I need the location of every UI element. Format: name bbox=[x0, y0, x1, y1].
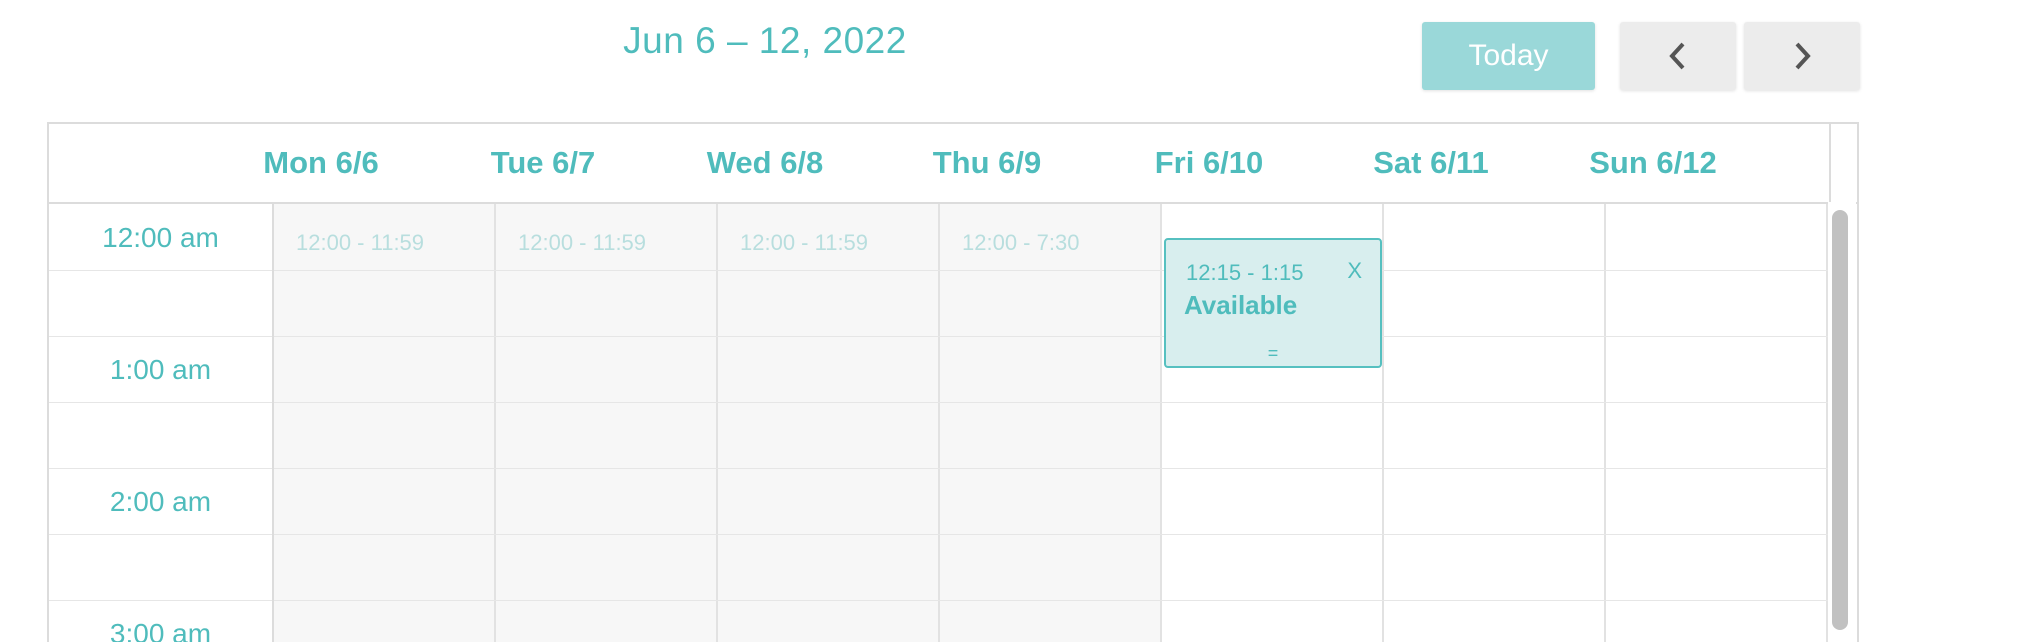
today-button[interactable]: Today bbox=[1422, 22, 1595, 90]
header-divider bbox=[1829, 124, 1831, 204]
day-header-tue: Tue 6/7 bbox=[490, 145, 596, 180]
slot-line bbox=[49, 534, 1829, 535]
time-label: 3:00 am bbox=[109, 618, 212, 642]
event-resize-handle[interactable]: = bbox=[1166, 343, 1380, 364]
prev-week-button[interactable] bbox=[1620, 22, 1736, 90]
day-header-mon: Mon 6/6 bbox=[263, 145, 379, 180]
event-close-button[interactable]: X bbox=[1347, 258, 1362, 284]
availability-label: 12:00 - 7:30 bbox=[962, 230, 1080, 255]
day-header-wed: Wed 6/8 bbox=[706, 145, 824, 180]
slot-line bbox=[49, 402, 1829, 403]
time-gutter: 12:00 am 1:00 am 2:00 am 3:00 am bbox=[49, 204, 274, 642]
slot-line bbox=[49, 270, 1829, 271]
time-label: 2:00 am bbox=[109, 486, 212, 517]
chevron-right-icon bbox=[1795, 42, 1811, 70]
availability-label: 12:00 - 11:59 bbox=[518, 230, 647, 255]
event-title: Available bbox=[1184, 290, 1298, 320]
chevron-left-icon bbox=[1669, 42, 1685, 70]
availability-label: 12:00 - 11:59 bbox=[740, 230, 869, 255]
time-grid[interactable]: 12:00 - 11:59 12:00 - 11:59 12:00 - 11:5… bbox=[49, 204, 1829, 642]
slot-line bbox=[49, 468, 1829, 469]
day-header-thu: Thu 6/9 bbox=[932, 145, 1042, 180]
availability-label: 12:00 - 11:59 bbox=[296, 230, 425, 255]
time-label: 12:00 am bbox=[102, 222, 219, 253]
day-header-sun: Sun 6/12 bbox=[1589, 145, 1717, 180]
scrollbar-thumb[interactable] bbox=[1832, 210, 1848, 630]
slot-line bbox=[49, 600, 1829, 601]
event-time: 12:15 - 1:15 bbox=[1186, 260, 1304, 285]
date-range-title: Jun 6 – 12, 2022 bbox=[623, 20, 907, 61]
next-week-button[interactable] bbox=[1744, 22, 1860, 90]
day-header-sat: Sat 6/11 bbox=[1373, 145, 1489, 180]
day-header-row: Mon 6/6 Tue 6/7 Wed 6/8 Thu 6/9 Fri 6/10… bbox=[49, 124, 1857, 204]
time-label: 1:00 am bbox=[109, 354, 212, 385]
day-header-fri: Fri 6/10 bbox=[1154, 145, 1264, 180]
week-calendar: Mon 6/6 Tue 6/7 Wed 6/8 Thu 6/9 Fri 6/10… bbox=[47, 122, 1859, 642]
availability-event[interactable]: 12:15 - 1:15 X Available = bbox=[1164, 238, 1382, 368]
slot-line bbox=[49, 336, 1829, 337]
